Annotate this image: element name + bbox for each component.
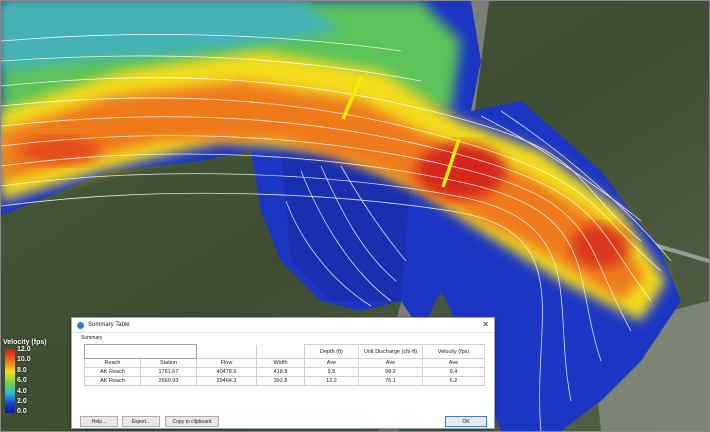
table-cell: 6.2 [422,376,485,386]
ok-button[interactable]: OK [445,416,487,427]
column-header[interactable]: Ave [304,358,359,368]
summary-table: Depth (ft) Unit Discharge (cfs-ft) Veloc… [84,344,485,386]
column-header[interactable]: Width [256,358,305,368]
table-cell: 9.8 [304,367,359,377]
legend-tick: 6.0 [17,377,27,384]
export-button[interactable]: Export... [122,416,160,427]
table-cell: 392.8 [256,376,305,386]
legend-title: Velocity (fps) [3,339,47,346]
table-cell: 29464.3 [196,376,257,386]
table-row[interactable]: AK Reach 1761.67 40478.6 418.8 9.8 98.2 … [84,367,485,377]
legend-tick: 2.0 [17,398,27,405]
app-icon [77,321,84,329]
velocity-legend: Velocity (fps) 12.0 10.0 8.0 6.0 4.0 2.0… [3,339,67,425]
table-cell: 40478.6 [196,367,257,377]
close-icon[interactable]: ✕ [482,320,489,329]
column-header[interactable]: Flow [196,358,257,368]
table-header-group-row: Depth (ft) Unit Discharge (cfs-ft) Veloc… [84,344,485,359]
legend-tick: 12.0 [17,346,31,353]
dialog-titlebar[interactable]: Summary Table ✕ [72,318,494,333]
map-viewport[interactable]: Velocity (fps) 12.0 10.0 8.0 6.0 4.0 2.0… [0,0,710,432]
legend-tick: 8.0 [17,367,27,374]
dialog-title: Summary Table [88,322,130,328]
help-button[interactable]: Help... [80,416,118,427]
table-header-unit-discharge: Unit Discharge (cfs-ft) [358,344,423,359]
legend-tick: 4.0 [17,388,27,395]
table-cell: 2669.93 [140,376,197,386]
summary-table-dialog[interactable]: Summary Table ✕ Summary Depth (ft) Unit … [71,317,495,429]
table-cell: 418.8 [256,367,305,377]
table-row[interactable]: AK Reach 2669.93 29464.3 392.8 12.2 76.1… [84,376,485,386]
legend-color-bar [5,349,15,413]
table-header-velocity: Velocity (fps) [422,344,485,359]
copy-to-clipboard-button[interactable]: Copy to clipboard [165,416,219,427]
column-header[interactable]: Station [140,358,197,368]
table-cell: 1761.67 [140,367,197,377]
table-cell: 76.1 [358,376,423,386]
table-filter-box[interactable] [84,344,197,359]
table-header-empty [256,344,305,359]
legend-tick: 10.0 [17,356,31,363]
table-cell: 12.2 [304,376,359,386]
table-cell: 9.4 [422,367,485,377]
table-cell: AK Reach [84,367,141,377]
column-header[interactable]: Ave [422,358,485,368]
table-cell: AK Reach [84,376,141,386]
legend-tick: 0.0 [17,408,27,415]
column-header[interactable]: Ave [358,358,423,368]
table-cell: 98.2 [358,367,423,377]
column-header[interactable]: Reach [84,358,141,368]
table-header-empty [196,344,257,359]
table-header-depth: Depth (ft) [304,344,359,359]
table-header-row: Reach Station Flow Width Ave Ave Ave [84,358,485,368]
summary-section-label: Summary [81,335,103,341]
